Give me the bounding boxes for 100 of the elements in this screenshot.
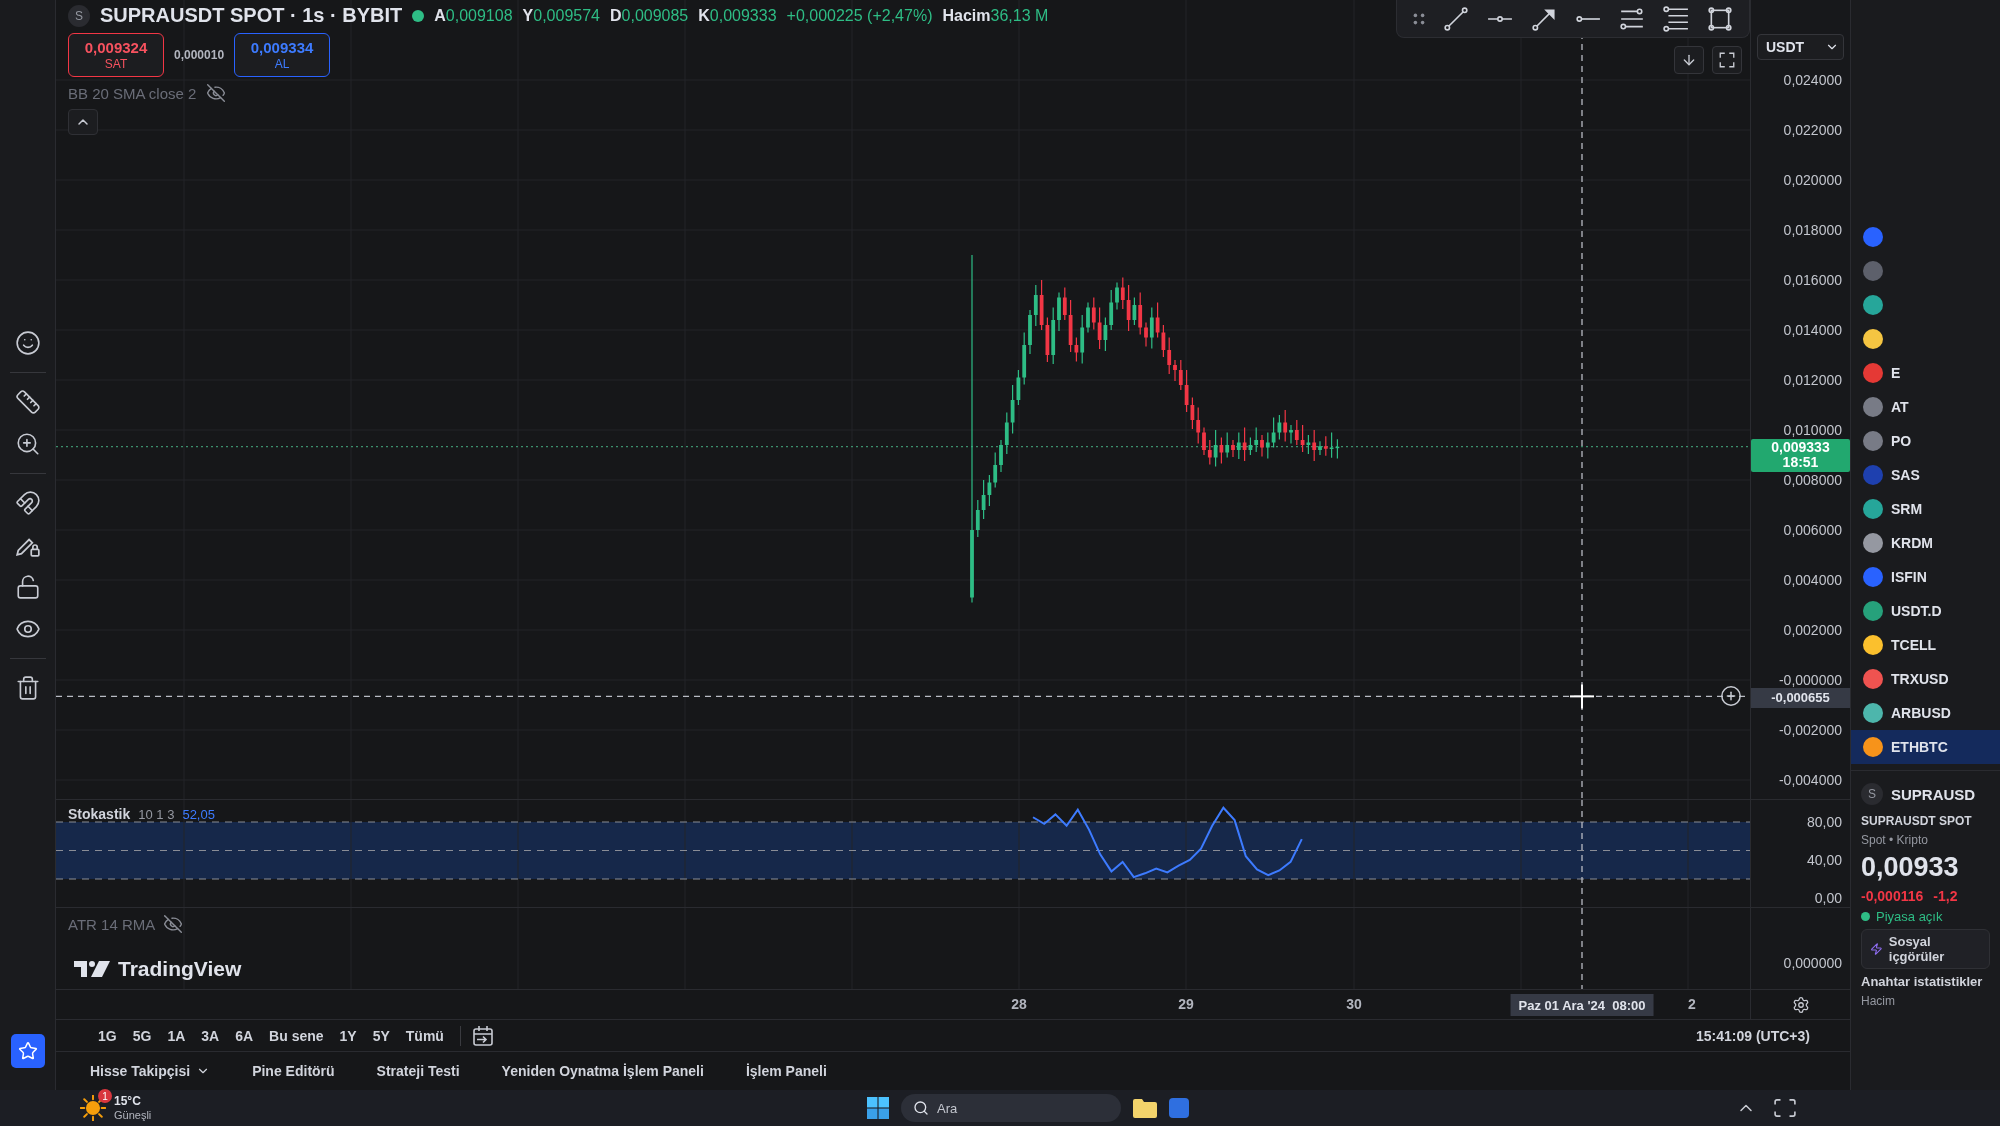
ohlc-label: Y — [522, 6, 534, 25]
scroll-down-button[interactable] — [1674, 46, 1704, 74]
volume-label: Hacim — [942, 6, 991, 25]
brand-name: TradingView — [118, 957, 242, 981]
calendar-icon[interactable] — [470, 1023, 495, 1048]
trend-line-icon[interactable] — [1443, 5, 1469, 32]
watchlist-row[interactable]: ARBUSD — [1851, 696, 2000, 730]
folder-icon[interactable] — [1133, 1098, 1157, 1118]
currency-dropdown[interactable]: USDT — [1757, 34, 1844, 60]
watchlist-row[interactable]: AT — [1851, 390, 2000, 424]
ohlc-label: A — [434, 6, 446, 25]
range-button[interactable]: 1Y — [333, 1023, 363, 1048]
sell-button[interactable]: 0,009324 SAT — [68, 33, 164, 77]
search-icon — [913, 1100, 929, 1116]
frame-corners-icon[interactable] — [1774, 1099, 1796, 1117]
panel-tab[interactable]: Hisse Takipçisi — [82, 1059, 219, 1083]
ohlc-value: 0,009085 — [621, 6, 689, 25]
range-button[interactable]: Tümü — [399, 1023, 450, 1048]
trash-icon[interactable] — [14, 675, 41, 701]
smiley-icon[interactable] — [14, 330, 41, 356]
magnet-icon[interactable] — [14, 490, 41, 516]
watchlist-row[interactable]: SAS — [1851, 458, 2000, 492]
range-button[interactable]: Bu sene — [263, 1023, 330, 1048]
watchlist-row[interactable]: ETHBTC — [1851, 730, 2000, 764]
price-axis-label: 0,002000 — [1783, 622, 1842, 638]
chart-title[interactable]: SUPRAUSDT SPOT · 1s · BYBIT — [100, 4, 403, 27]
range-button[interactable]: 3A — [195, 1023, 226, 1048]
crosshair-price-label: -0,000655 — [1751, 687, 1850, 708]
spread-value: 0,000010 — [174, 48, 225, 62]
price-axis-label: 0,010000 — [1783, 422, 1842, 438]
panel-tab[interactable]: Pine Editörü — [244, 1059, 343, 1083]
search-field[interactable]: Ara — [901, 1094, 1121, 1122]
indicator-axis-label: 0,00 — [1814, 890, 1842, 906]
time-axis-label: 29 — [1178, 996, 1194, 1012]
price-axis-label: 0,006000 — [1783, 522, 1842, 538]
lock-icon[interactable] — [14, 574, 41, 600]
price-axis-label: 0,016000 — [1783, 272, 1842, 288]
time-axis-label: 28 — [1011, 996, 1027, 1012]
market-status: Piyasa açık — [1876, 909, 1943, 924]
indicator-label[interactable]: BB 20 SMA close 2 — [68, 84, 197, 102]
social-insights-button[interactable]: Sosyal içgörüler — [1861, 929, 1990, 969]
price-axis-label: 0,024000 — [1783, 72, 1842, 88]
level-lines-icon[interactable] — [1663, 5, 1689, 32]
four-squares-icon[interactable] — [867, 1097, 889, 1119]
watchlist-row[interactable]: SRM — [1851, 492, 2000, 526]
weather-text: Güneşli — [114, 1108, 152, 1121]
collapse-button[interactable] — [68, 109, 98, 135]
volume-value: 36,13 M — [990, 6, 1049, 25]
price-axis-label: 0,008000 — [1783, 472, 1842, 488]
app-icon[interactable] — [1169, 1098, 1189, 1118]
fullscreen-button[interactable] — [1712, 46, 1742, 74]
price-axis-label: 0,004000 — [1783, 572, 1842, 588]
rectangle-icon[interactable] — [1707, 5, 1733, 32]
last-price: 0,009333 — [1771, 439, 1830, 455]
price-axis-label: 0,014000 — [1783, 322, 1842, 338]
status-dot-icon — [1861, 912, 1870, 921]
watchlist-row[interactable]: KRDM — [1851, 526, 2000, 560]
notification-badge: 1 — [98, 1089, 112, 1103]
countdown-text: 18:51 — [1782, 454, 1819, 470]
detail-name: SUPRAUSDT SPOT — [1861, 814, 1973, 828]
range-button[interactable]: 1G — [92, 1023, 123, 1048]
indicator-name[interactable]: Stokastik — [68, 806, 131, 822]
indicator-params: 10 1 3 — [138, 806, 175, 822]
watchlist-row[interactable]: E — [1851, 356, 2000, 390]
panel-tab[interactable]: Yeniden Oynatma İşlem Paneli — [493, 1059, 712, 1083]
ohlc-label: K — [698, 6, 710, 25]
buy-button[interactable]: 0,009334 AL — [234, 33, 331, 77]
price-axis-label: -0,004000 — [1778, 772, 1842, 788]
range-button[interactable]: 5G — [126, 1023, 158, 1048]
ruler-icon[interactable] — [14, 389, 41, 415]
detail-change-percent: -1,2 — [1933, 888, 1958, 904]
watchlist-row[interactable]: TRXUSD — [1851, 662, 2000, 696]
indicator-axis-label: 0,000000 — [1783, 955, 1842, 971]
favorite-button[interactable] — [10, 1034, 45, 1068]
drag-handle-icon[interactable] — [1413, 12, 1425, 25]
clock-text[interactable]: 15:41:09 (UTC+3) — [1696, 1027, 1810, 1044]
watchlist-row[interactable]: PO — [1851, 424, 2000, 458]
price-axis-label: -0,000000 — [1778, 672, 1842, 688]
add-circle-icon[interactable] — [1720, 685, 1742, 708]
detail-category: Spot • Kripto — [1861, 833, 1929, 847]
price-axis-label: 0,020000 — [1783, 172, 1842, 188]
range-button[interactable]: 5Y — [366, 1023, 396, 1048]
watchlist-row[interactable]: USDT.D — [1851, 594, 2000, 628]
price-axis-label: 0,018000 — [1783, 222, 1842, 238]
panel-tab[interactable]: İşlem Paneli — [737, 1059, 835, 1083]
panel-tab[interactable]: Strateji Testi — [368, 1059, 468, 1083]
watchlist-row[interactable]: TCELL — [1851, 628, 2000, 662]
indicator-axis-label: 80,00 — [1806, 814, 1842, 830]
indicator-value: 52,05 — [182, 806, 215, 822]
range-button[interactable]: 1A — [161, 1023, 192, 1048]
eye-off-icon[interactable] — [163, 914, 184, 934]
crosshair-cursor-icon — [1569, 683, 1595, 710]
range-button[interactable]: 6A — [229, 1023, 260, 1048]
watchlist-row[interactable]: ISFIN — [1851, 560, 2000, 594]
parallel-lines-icon[interactable] — [1619, 5, 1645, 32]
price-change: +0,000225 (+2,47%) — [786, 6, 933, 25]
settings-icon[interactable] — [1791, 995, 1810, 1014]
time-axis-label: 30 — [1346, 996, 1362, 1012]
detail-symbol: SUPRAUSD — [1891, 785, 1976, 803]
eye-off-icon[interactable] — [206, 83, 227, 103]
